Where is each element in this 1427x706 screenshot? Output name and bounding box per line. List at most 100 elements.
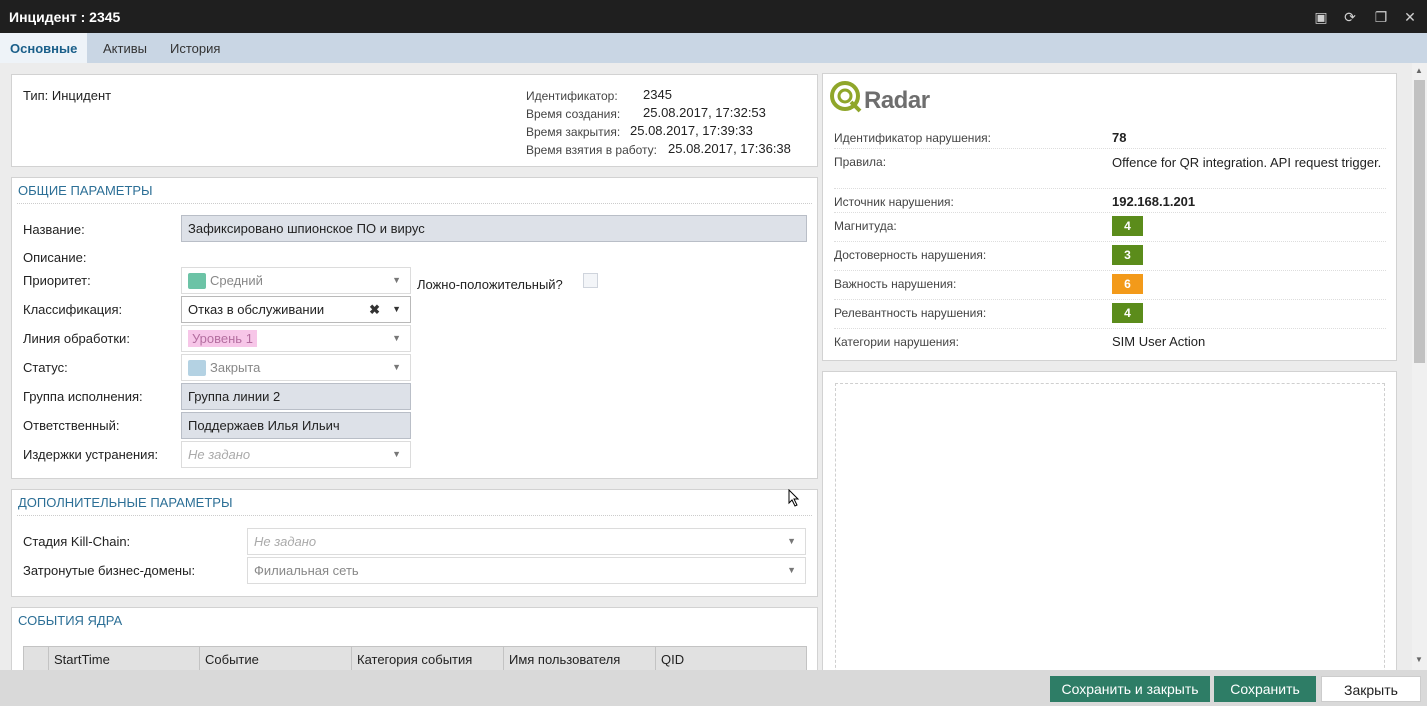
tab-assets[interactable]: Активы (93, 33, 157, 63)
processing-line-select[interactable]: Уровень 1 ▼ (181, 325, 411, 352)
costs-placeholder: Не задано (188, 447, 251, 462)
grid-column-header[interactable]: Событие (200, 647, 352, 670)
tab-history[interactable]: История (160, 33, 230, 63)
kill-chain-select[interactable]: Не задано ▼ (247, 528, 806, 555)
clear-icon[interactable]: ✖ (369, 297, 380, 322)
priority-select[interactable]: Средний ▼ (181, 267, 411, 294)
window-title: Инцидент : 2345 (9, 9, 121, 25)
mouse-cursor-icon (788, 489, 800, 507)
processing-line-tag: Уровень 1 (188, 330, 257, 347)
chevron-down-icon: ▼ (392, 333, 401, 343)
classification-label: Классификация: (23, 302, 123, 317)
responsible-label: Ответственный: (23, 418, 120, 433)
chevron-down-icon: ▼ (392, 275, 401, 285)
radar-row-label: Правила: (834, 155, 887, 169)
priority-value: Средний (210, 273, 263, 288)
grid-column-header[interactable]: Имя пользователя (504, 647, 656, 670)
radar-row-value: SIM User Action (1112, 334, 1206, 349)
credibility-badge: 3 (1112, 245, 1143, 265)
window-titlebar: Инцидент : 2345 ▣ ⟳ ❐ ✕ (0, 0, 1427, 33)
radar-row: Важность нарушения: 6 (834, 271, 1386, 300)
meta-label-closed: Время закрытия: (526, 125, 621, 139)
screenshot-icon[interactable]: ▣ (1313, 9, 1329, 25)
scrollbar-thumb[interactable] (1414, 80, 1425, 363)
severity-badge: 6 (1112, 274, 1143, 294)
scroll-up-icon[interactable]: ▲ (1415, 66, 1423, 75)
classification-value: Отказ в обслуживании (188, 302, 325, 317)
events-grid-header: StartTime Событие Категория события Имя … (23, 646, 807, 670)
status-label: Статус: (23, 360, 68, 375)
domains-value: Филиальная сеть (254, 563, 359, 578)
save-and-close-button[interactable]: Сохранить и закрыть (1050, 676, 1210, 702)
domains-label: Затронутые бизнес-домены: (23, 563, 196, 578)
radar-row-value: 6 (1112, 274, 1143, 294)
description-label: Описание: (23, 250, 87, 265)
radar-row: Категории нарушения: SIM User Action (834, 329, 1386, 358)
radar-row-value: 3 (1112, 245, 1143, 265)
radar-row-label: Магнитуда: (834, 219, 897, 233)
group-label: Группа исполнения: (23, 389, 143, 404)
kill-chain-placeholder: Не задано (254, 534, 317, 549)
grid-select-column[interactable] (24, 647, 49, 670)
attachments-panel (822, 371, 1397, 670)
radar-row-label: Идентификатор нарушения: (834, 131, 991, 145)
radar-row: Релевантность нарушения: 4 (834, 300, 1386, 329)
name-label: Название: (23, 222, 85, 237)
false-positive-label: Ложно-положительный? (417, 277, 563, 292)
radar-row-label: Релевантность нарушения: (834, 306, 987, 320)
section-title-extra: ДОПОЛНИТЕЛЬНЫЕ ПАРАМЕТРЫ (17, 490, 812, 516)
general-params-panel: ОБЩИЕ ПАРАМЕТРЫ Название: Зафиксировано … (11, 177, 818, 479)
incident-type: Тип: Инцидент (23, 88, 112, 103)
radar-row: Правила: Offence for QR integration. API… (834, 149, 1386, 189)
name-field[interactable]: Зафиксировано шпионское ПО и вирус (181, 215, 807, 242)
domains-select[interactable]: Филиальная сеть ▼ (247, 557, 806, 584)
meta-value-taken: 25.08.2017, 17:36:38 (668, 141, 791, 156)
radar-row-value: Offence for QR integration. API request … (1112, 155, 1382, 170)
drop-zone[interactable] (835, 383, 1385, 670)
grid-column-header[interactable]: Категория события (352, 647, 504, 670)
vertical-scrollbar[interactable]: ▲ ▼ (1412, 63, 1427, 670)
costs-label: Издержки устранения: (23, 447, 159, 462)
chevron-down-icon: ▼ (392, 362, 401, 372)
magnitude-badge: 4 (1112, 216, 1143, 236)
processing-line-label: Линия обработки: (23, 331, 130, 346)
kill-chain-label: Стадия Kill-Chain: (23, 534, 131, 549)
section-title-general: ОБЩИЕ ПАРАМЕТРЫ (17, 178, 812, 204)
meta-value-created: 25.08.2017, 17:32:53 (643, 105, 766, 120)
radar-row-value: 192.168.1.201 (1112, 194, 1196, 209)
core-events-panel: СОБЫТИЯ ЯДРА StartTime Событие Категория… (11, 607, 818, 670)
meta-value-id: 2345 (643, 87, 672, 102)
restore-window-icon[interactable]: ❐ (1373, 9, 1389, 25)
responsible-field[interactable]: Поддержаев Илья Ильич (181, 412, 411, 439)
close-button[interactable]: Закрыть (1321, 676, 1421, 702)
extra-params-panel: ДОПОЛНИТЕЛЬНЫЕ ПАРАМЕТРЫ Стадия Kill-Cha… (11, 489, 818, 597)
status-select[interactable]: Закрыта ▼ (181, 354, 411, 381)
status-value: Закрыта (210, 360, 261, 375)
chevron-down-icon: ▼ (787, 565, 796, 575)
group-field[interactable]: Группа линии 2 (181, 383, 411, 410)
chevron-down-icon: ▼ (787, 536, 796, 546)
priority-label: Приоритет: (23, 273, 91, 288)
tab-bar: Основные Активы История (0, 33, 1427, 63)
scroll-down-icon[interactable]: ▼ (1415, 655, 1423, 664)
false-positive-checkbox[interactable] (583, 273, 598, 288)
save-button[interactable]: Сохранить (1214, 676, 1316, 702)
grid-column-header[interactable]: QID (656, 647, 806, 670)
footer-bar (0, 670, 1427, 706)
grid-column-header[interactable]: StartTime (49, 647, 200, 670)
radar-logo-text: Radar (864, 87, 930, 114)
meta-label-taken: Время взятия в работу: (526, 143, 658, 157)
classification-select[interactable]: Отказ в обслуживании ✖ ▼ (181, 296, 411, 323)
meta-label-created: Время создания: (526, 107, 621, 121)
radar-logo-icon (830, 81, 862, 113)
tab-main[interactable]: Основные (0, 33, 88, 63)
radar-row-value: 78 (1112, 130, 1127, 145)
radar-row-label: Важность нарушения: (834, 277, 957, 291)
refresh-icon[interactable]: ⟳ (1342, 9, 1358, 25)
close-window-icon[interactable]: ✕ (1402, 9, 1418, 25)
priority-color-swatch (188, 273, 206, 289)
meta-value-closed: 25.08.2017, 17:39:33 (630, 123, 753, 138)
status-color-swatch (188, 360, 206, 376)
chevron-down-icon: ▼ (392, 304, 401, 314)
costs-select[interactable]: Не задано ▼ (181, 441, 411, 468)
